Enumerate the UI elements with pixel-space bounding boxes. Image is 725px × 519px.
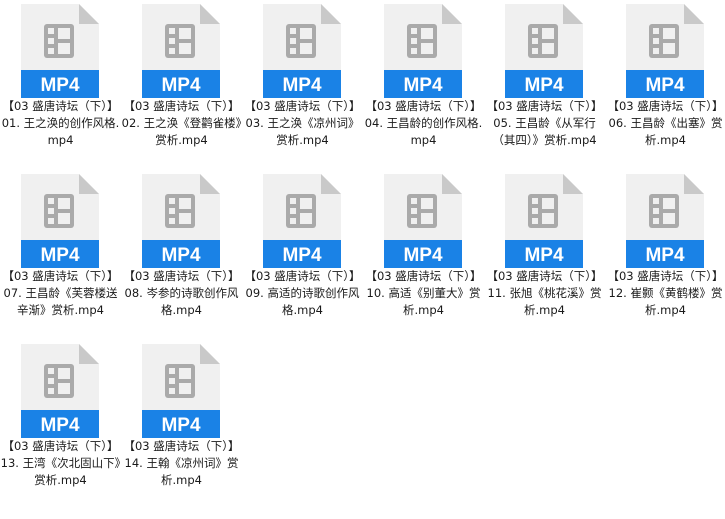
mp4-document-icon: MP4 bbox=[142, 174, 220, 268]
mp4-document-icon: MP4 bbox=[142, 344, 220, 438]
video-file-icon: MP4 bbox=[263, 4, 341, 98]
video-file-icon: MP4 bbox=[21, 4, 99, 98]
file-name-label: 【03 盛唐诗坛（下）】06. 王昌龄《出塞》赏析.mp4 bbox=[607, 99, 724, 147]
file-item[interactable]: MP4 【03 盛唐诗坛（下）】13. 王湾《次北固山下》赏析.mp4 bbox=[0, 340, 121, 510]
file-name-label: 【03 盛唐诗坛（下）】11. 张旭《桃花溪》赏析.mp4 bbox=[486, 269, 603, 317]
file-type-badge: MP4 bbox=[282, 75, 322, 96]
file-name-label: 【03 盛唐诗坛（下）】04. 王昌龄的创作风格.mp4 bbox=[364, 99, 483, 147]
video-file-icon: MP4 bbox=[505, 174, 583, 268]
mp4-document-icon: MP4 bbox=[21, 4, 99, 98]
file-type-badge: MP4 bbox=[161, 245, 201, 266]
file-type-badge: MP4 bbox=[524, 75, 564, 96]
file-type-badge: MP4 bbox=[645, 75, 685, 96]
file-type-badge: MP4 bbox=[645, 245, 685, 266]
video-file-icon: MP4 bbox=[21, 344, 99, 438]
file-type-badge: MP4 bbox=[40, 75, 80, 96]
file-type-badge: MP4 bbox=[282, 245, 322, 266]
file-grid: MP4 【03 盛唐诗坛（下）】01. 王之涣的创作风格.mp4 MP4 【03 盛唐… bbox=[0, 0, 725, 519]
file-name-label: 【03 盛唐诗坛（下）】02. 王之涣《登鹳雀楼》赏析.mp4 bbox=[121, 99, 242, 147]
video-file-icon: MP4 bbox=[21, 174, 99, 268]
mp4-document-icon: MP4 bbox=[626, 4, 704, 98]
file-name-label: 【03 盛唐诗坛（下）】07. 王昌龄《芙蓉楼送辛渐》赏析.mp4 bbox=[2, 269, 119, 317]
file-item[interactable]: MP4 【03 盛唐诗坛（下）】01. 王之涣的创作风格.mp4 bbox=[0, 0, 121, 170]
mp4-document-icon: MP4 bbox=[505, 4, 583, 98]
video-file-icon: MP4 bbox=[626, 174, 704, 268]
video-file-icon: MP4 bbox=[505, 4, 583, 98]
video-file-icon: MP4 bbox=[626, 4, 704, 98]
file-item[interactable]: MP4 【03 盛唐诗坛（下）】12. 崔颢《黄鹤楼》赏析.mp4 bbox=[605, 170, 725, 340]
file-name-label: 【03 盛唐诗坛（下）】14. 王翰《凉州词》赏析.mp4 bbox=[123, 439, 240, 487]
file-name-label: 【03 盛唐诗坛（下）】13. 王湾《次北固山下》赏析.mp4 bbox=[0, 439, 121, 487]
file-type-badge: MP4 bbox=[403, 75, 443, 96]
file-item[interactable]: MP4 【03 盛唐诗坛（下）】05. 王昌龄《从军行（其四）》赏析.mp4 bbox=[484, 0, 605, 170]
video-file-icon: MP4 bbox=[142, 344, 220, 438]
mp4-document-icon: MP4 bbox=[384, 4, 462, 98]
file-name-label: 【03 盛唐诗坛（下）】03. 王之涣《凉州词》赏析.mp4 bbox=[244, 99, 361, 147]
file-name-label: 【03 盛唐诗坛（下）】01. 王之涣的创作风格.mp4 bbox=[1, 99, 120, 147]
file-name-label: 【03 盛唐诗坛（下）】09. 高适的诗歌创作风格.mp4 bbox=[244, 269, 361, 317]
file-type-badge: MP4 bbox=[524, 245, 564, 266]
video-file-icon: MP4 bbox=[142, 4, 220, 98]
file-item[interactable]: MP4 【03 盛唐诗坛（下）】10. 高适《别董大》赏析.mp4 bbox=[363, 170, 484, 340]
mp4-document-icon: MP4 bbox=[263, 4, 341, 98]
video-file-icon: MP4 bbox=[384, 174, 462, 268]
mp4-document-icon: MP4 bbox=[21, 174, 99, 268]
mp4-document-icon: MP4 bbox=[21, 344, 99, 438]
mp4-document-icon: MP4 bbox=[384, 174, 462, 268]
file-item[interactable]: MP4 【03 盛唐诗坛（下）】08. 岑参的诗歌创作风格.mp4 bbox=[121, 170, 242, 340]
file-item[interactable]: MP4 【03 盛唐诗坛（下）】02. 王之涣《登鹳雀楼》赏析.mp4 bbox=[121, 0, 242, 170]
file-type-badge: MP4 bbox=[403, 245, 443, 266]
mp4-document-icon: MP4 bbox=[626, 174, 704, 268]
file-item[interactable]: MP4 【03 盛唐诗坛（下）】03. 王之涣《凉州词》赏析.mp4 bbox=[242, 0, 363, 170]
file-item[interactable]: MP4 【03 盛唐诗坛（下）】11. 张旭《桃花溪》赏析.mp4 bbox=[484, 170, 605, 340]
file-name-label: 【03 盛唐诗坛（下）】08. 岑参的诗歌创作风格.mp4 bbox=[123, 269, 240, 317]
file-name-label: 【03 盛唐诗坛（下）】10. 高适《别董大》赏析.mp4 bbox=[365, 269, 482, 317]
mp4-document-icon: MP4 bbox=[505, 174, 583, 268]
file-type-badge: MP4 bbox=[161, 415, 201, 436]
file-type-badge: MP4 bbox=[40, 245, 80, 266]
file-item[interactable]: MP4 【03 盛唐诗坛（下）】07. 王昌龄《芙蓉楼送辛渐》赏析.mp4 bbox=[0, 170, 121, 340]
file-item[interactable]: MP4 【03 盛唐诗坛（下）】14. 王翰《凉州词》赏析.mp4 bbox=[121, 340, 242, 510]
mp4-document-icon: MP4 bbox=[263, 174, 341, 268]
file-name-label: 【03 盛唐诗坛（下）】05. 王昌龄《从军行（其四）》赏析.mp4 bbox=[486, 99, 603, 147]
file-item[interactable]: MP4 【03 盛唐诗坛（下）】06. 王昌龄《出塞》赏析.mp4 bbox=[605, 0, 725, 170]
file-type-badge: MP4 bbox=[161, 75, 201, 96]
file-item[interactable]: MP4 【03 盛唐诗坛（下）】09. 高适的诗歌创作风格.mp4 bbox=[242, 170, 363, 340]
file-name-label: 【03 盛唐诗坛（下）】12. 崔颢《黄鹤楼》赏析.mp4 bbox=[607, 269, 724, 317]
file-type-badge: MP4 bbox=[40, 415, 80, 436]
video-file-icon: MP4 bbox=[384, 4, 462, 98]
mp4-document-icon: MP4 bbox=[142, 4, 220, 98]
video-file-icon: MP4 bbox=[263, 174, 341, 268]
video-file-icon: MP4 bbox=[142, 174, 220, 268]
file-item[interactable]: MP4 【03 盛唐诗坛（下）】04. 王昌龄的创作风格.mp4 bbox=[363, 0, 484, 170]
